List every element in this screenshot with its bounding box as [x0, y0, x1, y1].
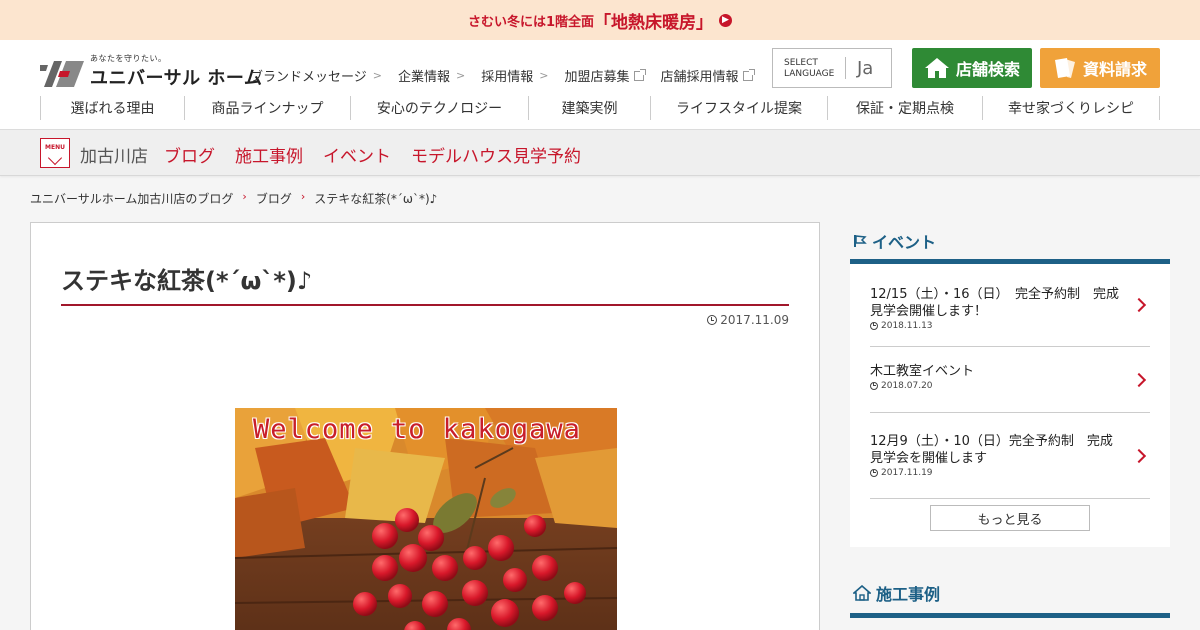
flag-icon — [854, 234, 867, 247]
clock-icon — [707, 315, 718, 325]
store-name[interactable]: 加古川店 — [80, 142, 148, 167]
store-link-blog[interactable]: ブログ — [164, 142, 215, 167]
util-nav-store-recruit[interactable]: 店舗採用情報 — [660, 66, 756, 85]
chevron-right-icon — [1131, 297, 1147, 313]
main-nav-item[interactable]: 安心のテクノロジー — [350, 96, 528, 120]
language-label-line2: LANGUAGE — [784, 69, 835, 79]
menu-toggle-button[interactable]: MENU — [40, 138, 70, 168]
chevron-right-icon: > — [372, 69, 382, 82]
event-date-text: 2017.11.19 — [881, 468, 933, 478]
request-docs-button[interactable]: 資料請求 — [1040, 48, 1160, 88]
home-icon — [924, 58, 949, 78]
util-nav-company[interactable]: 企業情報 > — [398, 66, 465, 85]
chevron-right-icon — [1131, 448, 1147, 463]
main-nav: 選ばれる理由 商品ラインナップ 安心のテクノロジー 建築実例 ライフスタイル提案… — [40, 96, 1160, 120]
more-events-button[interactable]: もっと見る — [930, 505, 1090, 531]
event-item[interactable]: 12/15（土）・16（日） 完全予約制 完成見学会開催します！ 2018.11… — [870, 264, 1150, 347]
breadcrumb-item[interactable]: ユニバーサルホーム加古川店のブログ — [30, 190, 233, 207]
event-date: 2017.11.19 — [870, 468, 1122, 478]
article-date: 2017.11.09 — [707, 313, 789, 327]
document-icon — [1054, 58, 1075, 78]
store-search-button[interactable]: 店舗検索 — [912, 48, 1032, 88]
event-item[interactable]: 木工教室イベント 2018.07.20 — [870, 347, 1150, 413]
util-nav-recruit[interactable]: 採用情報 > — [481, 66, 548, 85]
event-title: 12月9（土）・10（日）完全予約制 完成見学会を開催します — [870, 434, 1113, 466]
external-link-icon — [743, 68, 756, 81]
chevron-right-icon: > — [539, 69, 549, 82]
banner-text: さむい冬には1階全面 — [467, 14, 595, 30]
sidebar-events: イベント 12/15（土）・16（日） 完全予約制 完成見学会開催します！ 20… — [850, 222, 1170, 552]
store-search-label: 店舗検索 — [955, 60, 1020, 79]
banner-highlight: 「地熱床暖房」 — [594, 12, 714, 33]
external-link-icon — [634, 68, 647, 81]
store-link-works[interactable]: 施工事例 — [235, 142, 303, 167]
language-select[interactable]: SELECT LANGUAGE Ja — [772, 48, 892, 88]
image-caption: Welcome to kakogawa — [253, 414, 581, 445]
main-nav-item[interactable]: ライフスタイル提案 — [650, 96, 827, 120]
event-date: 2018.07.20 — [870, 381, 1122, 391]
util-nav-franchise[interactable]: 加盟店募集 — [564, 66, 647, 85]
sidebar-works-heading: 施工事例 — [850, 572, 1170, 618]
clock-icon — [870, 469, 878, 477]
sidebar-works-title: 施工事例 — [876, 584, 941, 604]
main-nav-item[interactable]: 商品ラインナップ — [184, 96, 350, 120]
language-value: Ja — [857, 58, 874, 79]
util-nav-brand-message[interactable]: ブランドメッセージ > — [250, 66, 382, 85]
clock-icon — [870, 322, 878, 330]
event-list: 12/15（土）・16（日） 完全予約制 完成見学会開催します！ 2018.11… — [850, 264, 1170, 547]
article-title: ステキな紅茶(*´ω`*)♪ — [61, 261, 789, 306]
site-header: あなたを守りたい。 ユニバーサル ホーム ブランドメッセージ > 企業情報 > 採用… — [0, 40, 1200, 130]
main-nav-item[interactable]: 建築実例 — [528, 96, 650, 120]
chevron-right-icon: › — [300, 190, 306, 203]
language-label-line1: SELECT — [784, 58, 818, 68]
utility-nav: ブランドメッセージ > 企業情報 > 採用情報 > 加盟店募集 店舗採用情報 — [250, 66, 769, 85]
language-select-label: SELECT LANGUAGE — [784, 58, 834, 80]
sidebar-events-title: イベント — [872, 232, 937, 252]
event-title: 12/15（土）・16（日） 完全予約制 完成見学会開催します！ — [870, 287, 1120, 319]
util-nav-label: 企業情報 — [397, 70, 450, 85]
chevron-right-icon: › — [242, 190, 247, 203]
util-nav-label: ブランドメッセージ — [250, 70, 367, 85]
article-date-text: 2017.11.09 — [720, 313, 789, 327]
event-date: 2018.11.13 — [870, 321, 1122, 331]
util-nav-label: 加盟店募集 — [564, 70, 630, 85]
language-divider — [845, 57, 846, 79]
sidebar-works: 施工事例 — [850, 572, 1170, 630]
request-docs-label: 資料請求 — [1082, 60, 1147, 79]
event-item[interactable]: 12月9（土）・10（日）完全予約制 完成見学会を開催します 2017.11.1… — [870, 413, 1150, 499]
store-links: ブログ 施工事例 イベント モデルハウス見学予約 — [164, 142, 601, 167]
util-nav-label: 採用情報 — [481, 70, 534, 85]
main-nav-item[interactable]: 選ばれる理由 — [40, 96, 184, 120]
house-icon — [853, 584, 871, 601]
store-bar: MENU 加古川店 ブログ 施工事例 イベント モデルハウス見学予約 — [0, 130, 1200, 176]
logo-name: ユニバーサル ホーム — [90, 68, 263, 89]
store-link-event[interactable]: イベント — [323, 142, 391, 167]
article-card: ステキな紅茶(*´ω`*)♪ 2017.11.09 Welcome to kak… — [30, 222, 820, 630]
top-promo-banner[interactable]: さむい冬には1階全面 「地熱床暖房」 ▶ — [0, 0, 1200, 40]
event-date-text: 2018.07.20 — [881, 381, 933, 391]
chevron-right-icon: ▶ — [719, 13, 733, 27]
chevron-right-icon: > — [455, 69, 466, 82]
brand-logo[interactable]: あなたを守りたい。 ユニバーサル ホーム — [40, 53, 262, 89]
breadcrumb-item[interactable]: ブログ — [256, 190, 292, 207]
store-link-model-house[interactable]: モデルハウス見学予約 — [411, 142, 581, 167]
event-date-text: 2018.11.13 — [881, 321, 933, 331]
article-image: Welcome to kakogawa — [235, 408, 617, 630]
logo-tagline: あなたを守りたい。 — [90, 54, 167, 63]
util-nav-label: 店舗採用情報 — [660, 70, 739, 85]
chevron-down-icon — [47, 150, 63, 166]
logo-mark-icon — [40, 61, 84, 87]
main-nav-item[interactable]: 保証・定期点検 — [827, 96, 982, 120]
breadcrumb: ユニバーサルホーム加古川店のブログ › ブログ › ステキな紅茶(*´ω`*)♪ — [30, 190, 437, 207]
main-nav-item[interactable]: 幸せ家づくりレシピ — [982, 96, 1160, 120]
chevron-right-icon — [1131, 372, 1147, 387]
breadcrumb-current: ステキな紅茶(*´ω`*)♪ — [314, 192, 438, 206]
sidebar-events-heading: イベント — [850, 222, 1170, 264]
event-title: 木工教室イベント — [870, 364, 975, 379]
clock-icon — [870, 382, 878, 390]
